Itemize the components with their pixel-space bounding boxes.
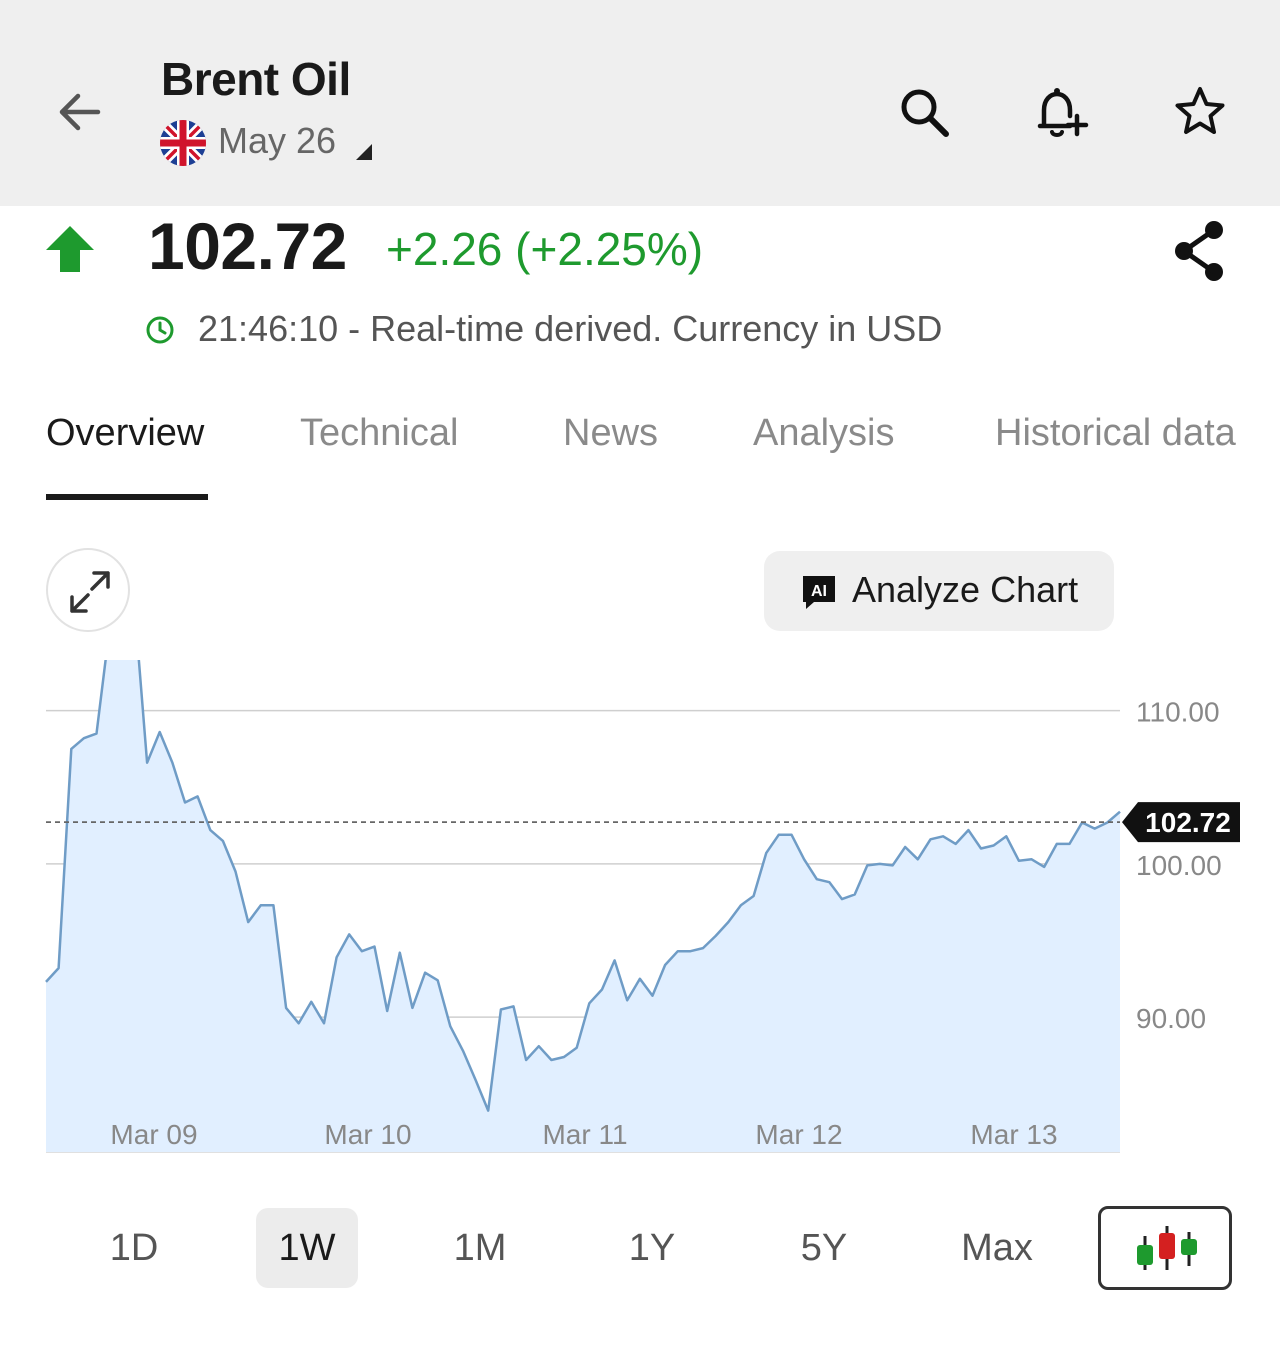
y-tick-label: 90.00	[1136, 1003, 1206, 1034]
instrument-title: Brent Oil	[161, 53, 351, 105]
current-price-tag-label: 102.72	[1145, 807, 1231, 838]
range-1d[interactable]: 1D	[84, 1208, 184, 1288]
chart-type-toggle-button[interactable]	[1098, 1206, 1232, 1290]
candlestick-icon	[1137, 1226, 1197, 1270]
tab-overview[interactable]: Overview	[46, 412, 204, 455]
time-range-selector: 1D 1W 1M 1Y 5Y Max	[0, 1204, 1280, 1294]
clock-icon	[146, 316, 174, 344]
x-tick-label: Mar 12	[755, 1119, 842, 1150]
expand-icon	[70, 571, 110, 613]
y-tick-label: 100.00	[1136, 850, 1222, 881]
tab-analysis[interactable]: Analysis	[753, 412, 895, 455]
range-5y[interactable]: 5Y	[774, 1208, 874, 1288]
price-chart[interactable]: 90.00 100.00 110.00 Mar 09 Mar 10 Mar 11 Mar 1…	[0, 660, 1280, 1180]
search-icon[interactable]	[894, 82, 954, 142]
app-header: Brent Oil May 26	[0, 0, 1280, 206]
x-tick-label: Mar 10	[324, 1119, 411, 1150]
contract-month[interactable]: May 26	[218, 120, 336, 162]
x-tick-label: Mar 13	[970, 1119, 1057, 1150]
analyze-chart-button[interactable]: AI Analyze Chart	[764, 551, 1114, 631]
share-icon[interactable]	[1168, 218, 1232, 284]
active-tab-indicator	[46, 494, 208, 500]
contract-dropdown-caret-icon[interactable]	[356, 144, 372, 160]
candle-body	[1159, 1233, 1175, 1259]
tab-technical[interactable]: Technical	[300, 412, 458, 455]
range-1m[interactable]: 1M	[430, 1208, 530, 1288]
quote-time-info: 21:46:10 - Real-time derived. Currency i…	[198, 308, 943, 349]
analyze-chart-label: Analyze Chart	[852, 569, 1079, 610]
tab-news[interactable]: News	[563, 412, 658, 455]
price-up-arrow-icon	[46, 226, 94, 272]
tab-historical-data[interactable]: Historical data	[995, 412, 1236, 455]
bell-plus-icon[interactable]	[1030, 82, 1090, 142]
section-tabs: Overview Technical News Analysis Histori…	[0, 404, 1280, 504]
expand-chart-button[interactable]	[46, 548, 130, 632]
candle-body	[1181, 1239, 1197, 1255]
ai-badge-text: AI	[811, 583, 827, 600]
x-tick-label: Mar 09	[110, 1119, 197, 1150]
range-max[interactable]: Max	[944, 1208, 1050, 1288]
price-area-fill	[46, 660, 1120, 1152]
last-price: 102.72	[148, 209, 347, 283]
ai-badge-icon: AI	[803, 576, 835, 609]
candle-body	[1137, 1245, 1153, 1265]
star-icon[interactable]	[1170, 82, 1230, 142]
arrow-left-icon[interactable]	[48, 80, 112, 144]
current-price-tag: 102.72	[1122, 802, 1240, 843]
y-tick-label: 110.00	[1136, 697, 1220, 728]
uk-flag-icon	[160, 120, 206, 166]
x-tick-label: Mar 11	[542, 1119, 627, 1150]
price-chart-svg: 90.00 100.00 110.00 Mar 09 Mar 10 Mar 11 Mar 1…	[45, 660, 1240, 1153]
range-1w[interactable]: 1W	[256, 1208, 358, 1288]
price-change: +2.26 (+2.25%)	[386, 223, 704, 275]
range-1y[interactable]: 1Y	[602, 1208, 702, 1288]
